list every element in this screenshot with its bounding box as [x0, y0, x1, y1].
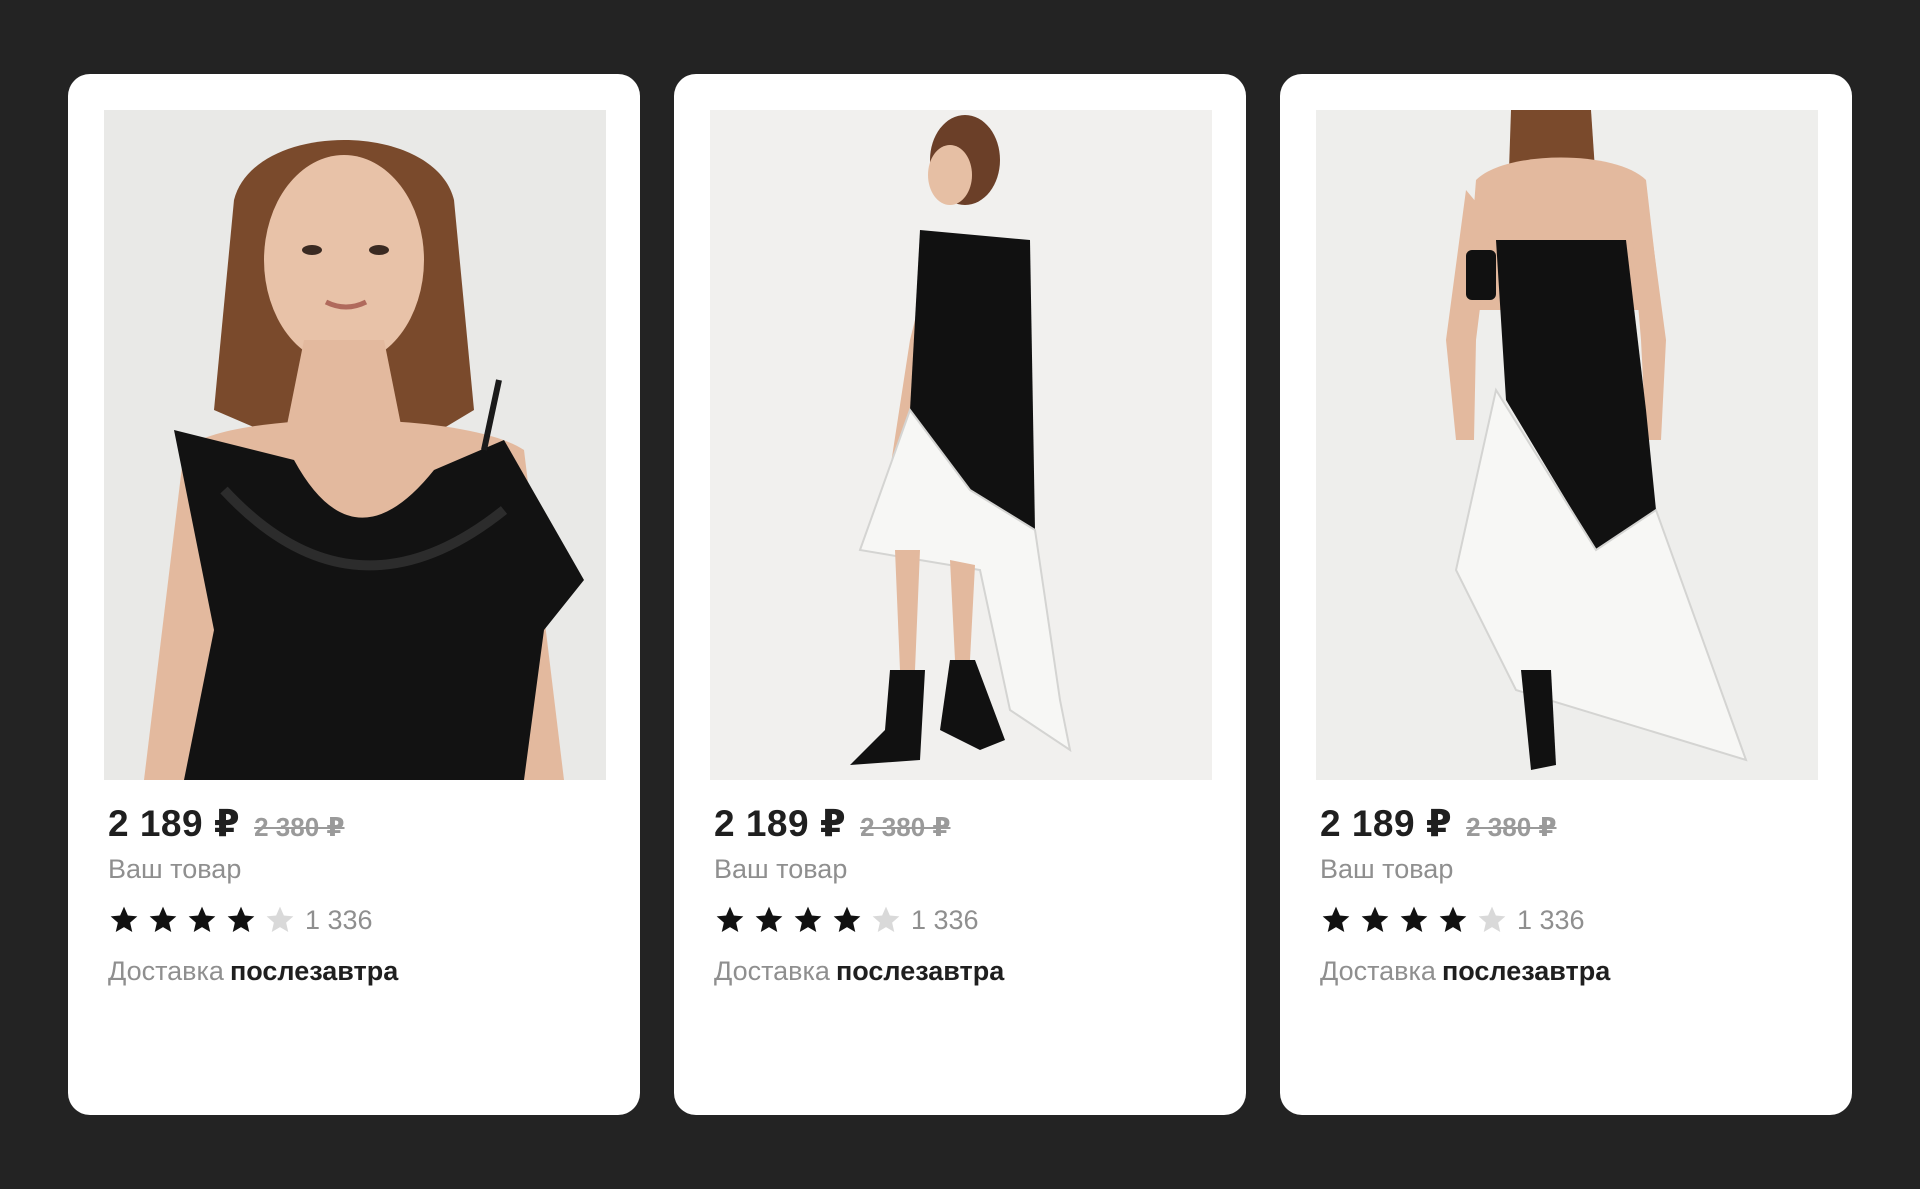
product-photo[interactable]	[104, 110, 606, 780]
delivery-value: послезавтра	[1441, 956, 1611, 986]
product-card[interactable]: 2 189 ₽ 2 380 ₽ Ваш товар 1 336 Доставка…	[68, 74, 640, 1115]
delivery-label: Доставка	[714, 956, 830, 986]
product-title[interactable]: Ваш товар	[1320, 854, 1453, 885]
product-photo[interactable]	[1316, 110, 1818, 780]
delivery-info: Доставка послезавтра	[108, 956, 398, 987]
product-title[interactable]: Ваш товар	[108, 854, 241, 885]
review-count[interactable]: 1 336	[911, 905, 979, 936]
star-filled-icon	[108, 904, 140, 936]
product-card[interactable]: 2 189 ₽ 2 380 ₽ Ваш товар 1 336 Доставка…	[1280, 74, 1852, 1115]
rating: 1 336	[108, 904, 373, 936]
price: 2 189 ₽	[1320, 803, 1453, 844]
old-price: 2 380 ₽	[1466, 812, 1557, 842]
price: 2 189 ₽	[714, 803, 847, 844]
star-filled-icon	[753, 904, 785, 936]
star-empty-icon	[870, 904, 902, 936]
product-image-side	[710, 110, 1212, 780]
product-card[interactable]: 2 189 ₽ 2 380 ₽ Ваш товар 1 336 Доставка…	[674, 74, 1246, 1115]
delivery-label: Доставка	[108, 956, 224, 986]
rating: 1 336	[714, 904, 979, 936]
star-filled-icon	[1437, 904, 1469, 936]
rating: 1 336	[1320, 904, 1585, 936]
star-filled-icon	[147, 904, 179, 936]
review-count[interactable]: 1 336	[305, 905, 373, 936]
star-filled-icon	[831, 904, 863, 936]
star-filled-icon	[186, 904, 218, 936]
delivery-info: Доставка послезавтра	[714, 956, 1004, 987]
price: 2 189 ₽	[108, 803, 241, 844]
product-image-front-closeup	[104, 110, 606, 780]
star-filled-icon	[1359, 904, 1391, 936]
price-row: 2 189 ₽ 2 380 ₽	[714, 802, 951, 845]
review-count[interactable]: 1 336	[1517, 905, 1585, 936]
product-title[interactable]: Ваш товар	[714, 854, 847, 885]
star-filled-icon	[1320, 904, 1352, 936]
delivery-value: послезавтра	[229, 956, 399, 986]
price-row: 2 189 ₽ 2 380 ₽	[1320, 802, 1557, 845]
star-empty-icon	[1476, 904, 1508, 936]
old-price: 2 380 ₽	[860, 812, 951, 842]
old-price: 2 380 ₽	[254, 812, 345, 842]
delivery-value: послезавтра	[835, 956, 1005, 986]
product-photo[interactable]	[710, 110, 1212, 780]
delivery-info: Доставка послезавтра	[1320, 956, 1610, 987]
star-filled-icon	[1398, 904, 1430, 936]
star-empty-icon	[264, 904, 296, 936]
product-image-back	[1316, 110, 1818, 780]
delivery-label: Доставка	[1320, 956, 1436, 986]
star-filled-icon	[225, 904, 257, 936]
star-filled-icon	[714, 904, 746, 936]
price-row: 2 189 ₽ 2 380 ₽	[108, 802, 345, 845]
star-filled-icon	[792, 904, 824, 936]
